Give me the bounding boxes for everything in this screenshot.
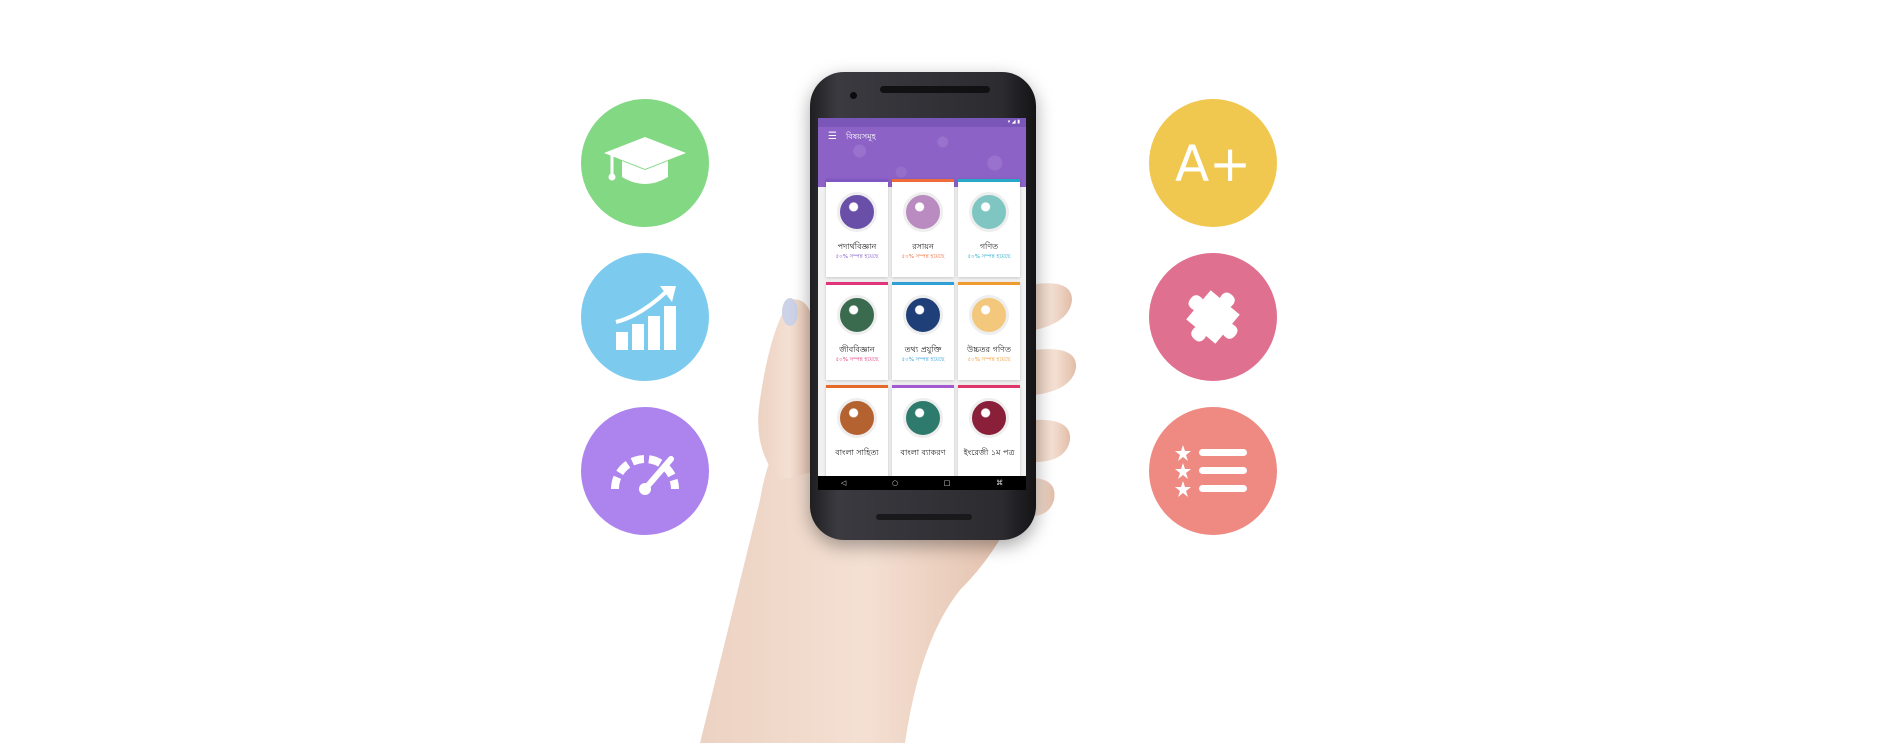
subject-card[interactable]: জীববিজ্ঞান ৫০% সম্পন্ন হয়েছে	[826, 282, 888, 380]
subject-card[interactable]: রসায়ন ৫০% সম্পন্ন হয়েছে	[892, 179, 954, 277]
app-screen: ▾ ◢ ▮ ☰ বিষয়সমূহ পদার্থবিজ্ঞান ৫০% সম্প…	[818, 118, 1026, 490]
subject-card[interactable]: বাংলা ব্যাকরণ	[892, 385, 954, 483]
subject-card[interactable]: গণিত ৫০% সম্পন্ন হয়েছে	[958, 179, 1020, 277]
subject-cover-image	[837, 192, 877, 232]
subject-name: তথ্য প্রযুক্তি	[904, 345, 942, 354]
subject-cover-image	[969, 398, 1009, 438]
android-nav-bar: ◁ ○ □ ⌘	[818, 476, 1026, 490]
subject-cover-image	[969, 192, 1009, 232]
status-icons: ▾ ◢ ▮	[1007, 119, 1020, 125]
subject-card[interactable]: তথ্য প্রযুক্তি ৫০% সম্পন্ন হয়েছে	[892, 282, 954, 380]
app-header: ☰ বিষয়সমূহ	[818, 127, 1026, 187]
subject-cover-image	[837, 398, 877, 438]
subject-card[interactable]: বাংলা সাহিত্য	[826, 385, 888, 483]
subject-name: ইংরেজী ১ম পত্র	[963, 448, 1015, 457]
subject-progress: ৫০% সম্পন্ন হয়েছে	[967, 357, 1011, 363]
subject-grid: পদার্থবিজ্ঞান ৫০% সম্পন্ন হয়েছে রসায়ন …	[826, 179, 1020, 483]
earpiece-speaker	[880, 86, 990, 93]
subject-name: পদার্থবিজ্ঞান	[837, 242, 877, 251]
home-icon[interactable]: ○	[892, 479, 898, 487]
app-title: বিষয়সমূহ	[846, 132, 876, 141]
subject-cover-image	[969, 295, 1009, 335]
bottom-speaker	[876, 514, 972, 520]
front-camera	[850, 92, 857, 99]
subject-progress: ৫০% সম্পন্ন হয়েছে	[835, 254, 879, 260]
back-icon[interactable]: ◁	[841, 479, 846, 487]
subject-name: উচ্চতর গণিত	[967, 345, 1011, 354]
subject-progress: ৫০% সম্পন্ন হয়েছে	[901, 357, 945, 363]
recents-icon[interactable]: □	[944, 479, 951, 487]
subject-name: গণিত	[979, 242, 999, 251]
subject-card[interactable]: ইংরেজী ১ম পত্র	[958, 385, 1020, 483]
subject-progress: ৫০% সম্পন্ন হয়েছে	[835, 357, 879, 363]
screenshot-icon[interactable]: ⌘	[996, 479, 1003, 487]
subject-card[interactable]: উচ্চতর গণিত ৫০% সম্পন্ন হয়েছে	[958, 282, 1020, 380]
subject-progress: ৫০% সম্পন্ন হয়েছে	[901, 254, 945, 260]
subject-name: বাংলা ব্যাকরণ	[900, 448, 946, 457]
phone-device: ▾ ◢ ▮ ☰ বিষয়সমূহ পদার্থবিজ্ঞান ৫০% সম্প…	[810, 72, 1036, 540]
subject-cover-image	[903, 398, 943, 438]
subject-name: বাংলা সাহিত্য	[835, 448, 879, 457]
subject-cover-image	[837, 295, 877, 335]
subject-name: জীববিজ্ঞান	[839, 345, 875, 354]
hamburger-menu-icon[interactable]: ☰	[828, 132, 837, 142]
subject-name: রসায়ন	[912, 242, 934, 251]
status-bar: ▾ ◢ ▮	[818, 118, 1026, 127]
subject-cover-image	[903, 295, 943, 335]
subject-progress: ৫০% সম্পন্ন হয়েছে	[967, 254, 1011, 260]
subject-card[interactable]: পদার্থবিজ্ঞান ৫০% সম্পন্ন হয়েছে	[826, 179, 888, 277]
subject-cover-image	[903, 192, 943, 232]
